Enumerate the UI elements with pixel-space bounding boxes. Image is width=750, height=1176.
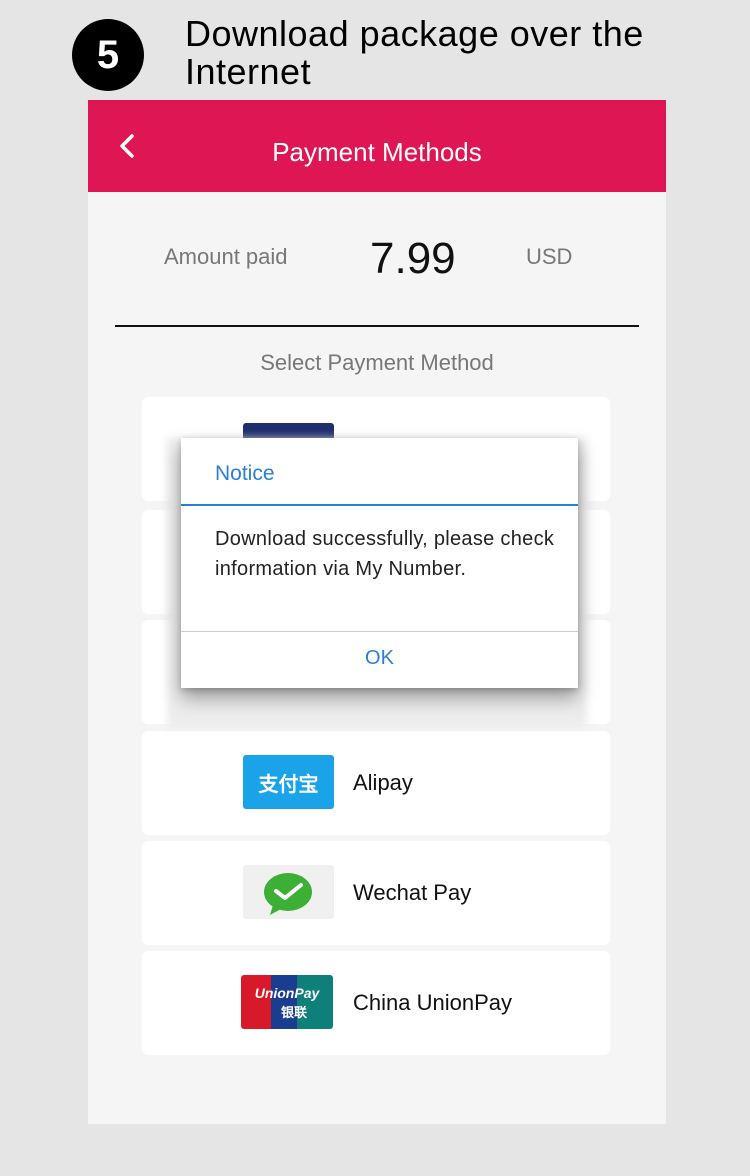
notice-dialog: Notice Download successfully, please che… <box>181 438 578 688</box>
amount-label: Amount paid <box>164 244 288 269</box>
chevron-left-icon[interactable] <box>112 130 144 162</box>
payment-method-label: China UnionPay <box>353 990 512 1015</box>
unionpay-logo-subtext: 银联 <box>280 1006 307 1021</box>
payment-method-label: Alipay <box>353 770 413 795</box>
unionpay-icon: UnionPay 银联 <box>241 975 333 1029</box>
alipay-logo-text: 支付宝 <box>258 771 319 796</box>
payment-method-label: Wechat Pay <box>353 880 472 905</box>
payment-method-alipay[interactable]: 支付宝 Alipay <box>142 731 610 835</box>
select-payment-label: Select Payment Method <box>260 350 494 375</box>
payment-method-wechat[interactable]: Wechat Pay <box>142 841 610 945</box>
amount-currency: USD <box>526 244 573 269</box>
page-title: Payment Methods <box>272 137 482 167</box>
divider <box>115 325 639 327</box>
payment-method-unionpay[interactable]: UnionPay 银联 China UnionPay <box>142 951 610 1055</box>
unionpay-logo-text: UnionPay <box>254 985 320 1001</box>
step-number-badge: 5 <box>72 19 144 91</box>
dialog-message: Download successfully, please check info… <box>215 528 555 580</box>
step-number: 5 <box>96 32 120 77</box>
top-bar: Payment Methods <box>88 100 666 192</box>
ok-button[interactable]: OK <box>181 632 578 688</box>
amount-value: 7.99 <box>370 234 456 283</box>
alipay-icon: 支付宝 <box>243 755 334 809</box>
wechat-pay-icon <box>243 865 334 919</box>
dialog-title: Notice <box>215 462 275 485</box>
step-title: Download package over the Internet <box>185 13 644 92</box>
dialog-title-divider <box>181 504 578 506</box>
phone-screen: Payment Methods Amount paid 7.99 USD Sel… <box>88 100 666 1124</box>
